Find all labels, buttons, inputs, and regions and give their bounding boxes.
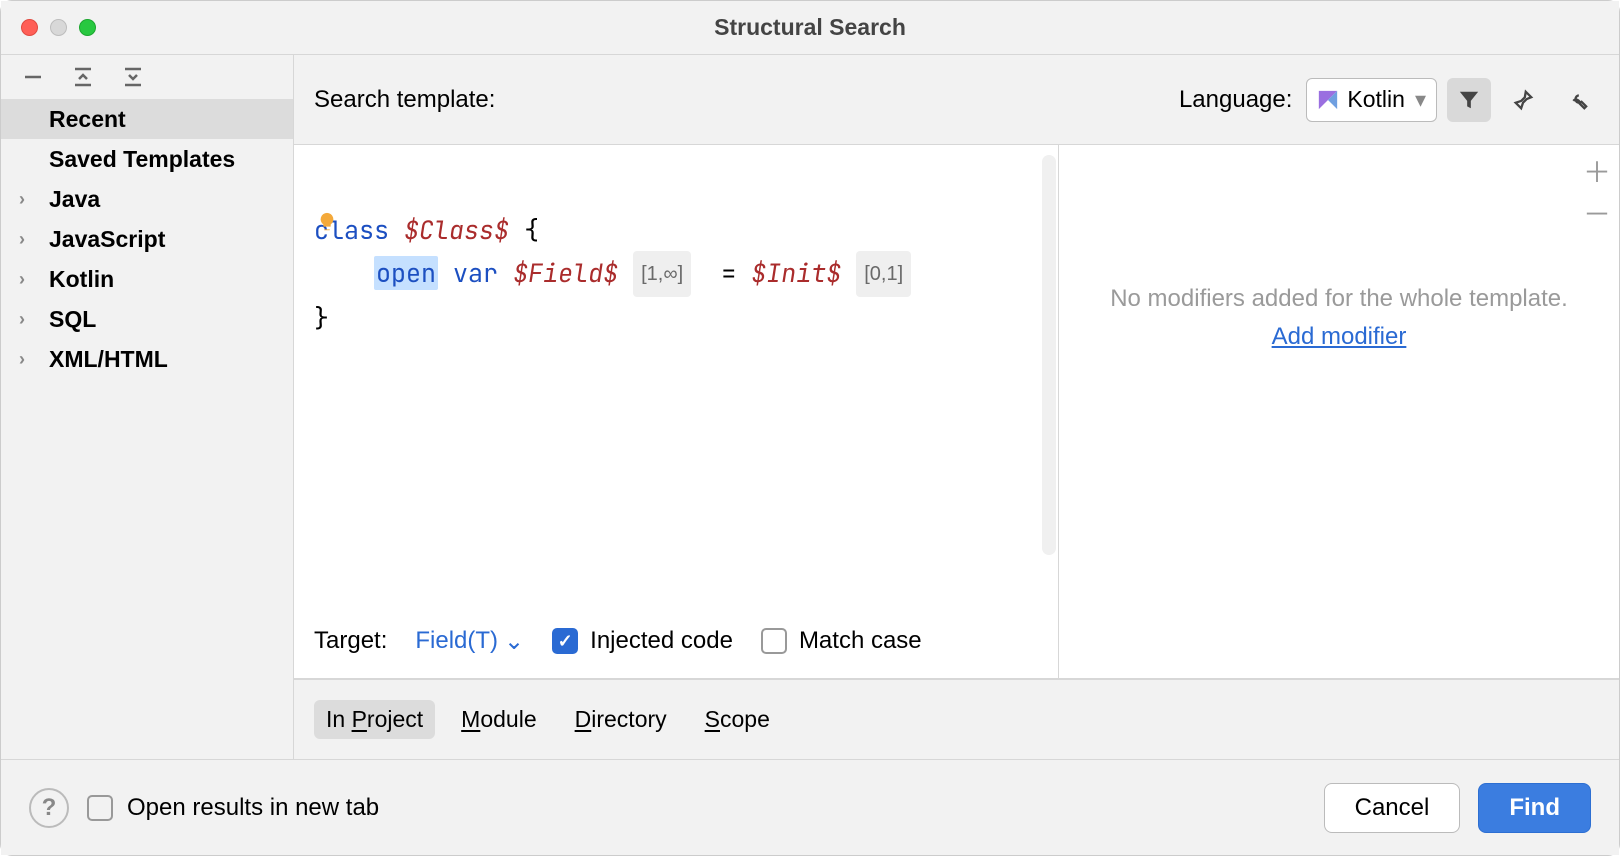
count-badge: [0,1] [856, 251, 911, 297]
mnemonic: M [461, 706, 480, 732]
code-keyword: var [453, 256, 498, 290]
find-button[interactable]: Find [1478, 783, 1591, 833]
window-title: Structural Search [1, 14, 1619, 41]
scrollbar[interactable] [1042, 155, 1056, 555]
search-template-bar: Search template: Language: Kotlin ▾ [294, 55, 1619, 145]
language-picker[interactable]: Kotlin ▾ [1306, 78, 1437, 122]
sidebar-item-recent[interactable]: Recent [1, 99, 293, 139]
code-keyword-selected: open [374, 256, 438, 290]
code-brace: { [524, 213, 539, 247]
maximize-window-icon[interactable] [79, 19, 96, 36]
cancel-button[interactable]: Cancel [1324, 783, 1461, 833]
checkbox-icon [761, 628, 787, 654]
help-button[interactable]: ? [29, 788, 69, 828]
chevron-right-icon: › [19, 189, 25, 210]
remove-modifier-button: － [1579, 195, 1615, 231]
chevron-down-icon: ⌄ [504, 627, 524, 656]
scope-tab-directory[interactable]: Directory [563, 700, 679, 739]
search-template-label: Search template: [314, 86, 495, 114]
match-case-checkbox[interactable]: Match case [761, 627, 922, 655]
code-brace: } [314, 301, 329, 335]
target-value: Field(T) [415, 627, 498, 655]
minimize-window-icon[interactable] [50, 19, 67, 36]
sidebar-item-java[interactable]: › Java [1, 179, 293, 219]
scope-tab-module[interactable]: Module [449, 700, 548, 739]
language-value: Kotlin [1347, 86, 1405, 113]
add-modifier-link[interactable]: Add modifier [1272, 323, 1407, 351]
checkbox-icon [87, 795, 113, 821]
funnel-icon [1458, 89, 1480, 111]
template-tree: Recent Saved Templates › Java › JavaScript › Ko… [1, 99, 293, 379]
scope-bar: In Project Module Directory Scope [294, 679, 1619, 759]
mnemonic: P [352, 706, 367, 732]
sidebar-toolbar [1, 55, 293, 99]
mnemonic: S [705, 706, 720, 732]
window-controls [21, 19, 96, 36]
modifier-empty-text: No modifiers added for the whole templat… [1110, 285, 1568, 313]
sidebar-item-xml-html[interactable]: › XML/HTML [1, 339, 293, 379]
scope-tab-in-project[interactable]: In Project [314, 700, 435, 739]
pin-button[interactable] [1501, 78, 1545, 122]
sidebar-item-label: XML/HTML [49, 346, 168, 373]
injected-code-label: Injected code [590, 627, 733, 655]
intention-bulb-icon[interactable] [316, 211, 338, 233]
wrench-icon [1566, 89, 1588, 111]
tools-button[interactable] [1555, 78, 1599, 122]
scope-tab-scope[interactable]: Scope [693, 700, 782, 739]
open-results-label: Open results in new tab [127, 794, 379, 822]
editor-wrap: class $Class$ { open var $Field$ [1,∞] =… [294, 145, 1059, 678]
code-variable: $Field$ [513, 256, 618, 290]
code-eq: = [721, 256, 736, 290]
close-window-icon[interactable] [21, 19, 38, 36]
sidebar-item-label: Recent [49, 106, 126, 133]
kotlin-icon [1317, 89, 1339, 111]
sidebar-item-sql[interactable]: › SQL [1, 299, 293, 339]
injected-code-checkbox[interactable]: Injected code [552, 627, 733, 655]
sidebar-item-saved-templates[interactable]: Saved Templates [1, 139, 293, 179]
checkbox-icon [552, 628, 578, 654]
search-template-editor[interactable]: class $Class$ { open var $Field$ [1,∞] =… [294, 145, 1058, 604]
sidebar-item-label: Java [49, 186, 100, 213]
collapse-all-icon[interactable] [121, 65, 145, 89]
collapse-icon[interactable] [21, 65, 45, 89]
titlebar: Structural Search [1, 1, 1619, 55]
mnemonic: D [575, 706, 592, 732]
chevron-right-icon: › [19, 229, 25, 250]
sidebar-item-label: JavaScript [49, 226, 165, 253]
chevron-down-icon: ▾ [1415, 87, 1426, 113]
filter-button[interactable] [1447, 78, 1491, 122]
target-picker[interactable]: Field(T) ⌄ [415, 627, 524, 656]
target-label: Target: [314, 627, 387, 655]
sidebar-item-label: Saved Templates [49, 146, 235, 173]
count-badge: [1,∞] [633, 251, 691, 297]
expand-all-icon[interactable] [71, 65, 95, 89]
sidebar-item-label: SQL [49, 306, 96, 333]
bottom-bar: ? Open results in new tab Cancel Find [1, 759, 1619, 855]
editor-footer: Target: Field(T) ⌄ Injected code Match c… [294, 604, 1058, 678]
add-modifier-button[interactable]: ＋ [1579, 153, 1615, 189]
code-variable: $Class$ [404, 213, 509, 247]
sidebar-item-javascript[interactable]: › JavaScript [1, 219, 293, 259]
modifier-panel: ＋ － No modifiers added for the whole tem… [1059, 145, 1619, 678]
sidebar-item-label: Kotlin [49, 266, 114, 293]
match-case-label: Match case [799, 627, 922, 655]
sidebar: Recent Saved Templates › Java › JavaScript › Ko… [1, 55, 294, 759]
language-label: Language: [1179, 86, 1292, 114]
chevron-right-icon: › [19, 309, 25, 330]
pin-icon [1512, 89, 1534, 111]
sidebar-item-kotlin[interactable]: › Kotlin [1, 259, 293, 299]
code-variable: $Init$ [751, 256, 841, 290]
chevron-right-icon: › [19, 269, 25, 290]
chevron-right-icon: › [19, 349, 25, 370]
open-results-in-new-tab-checkbox[interactable]: Open results in new tab [87, 794, 379, 822]
